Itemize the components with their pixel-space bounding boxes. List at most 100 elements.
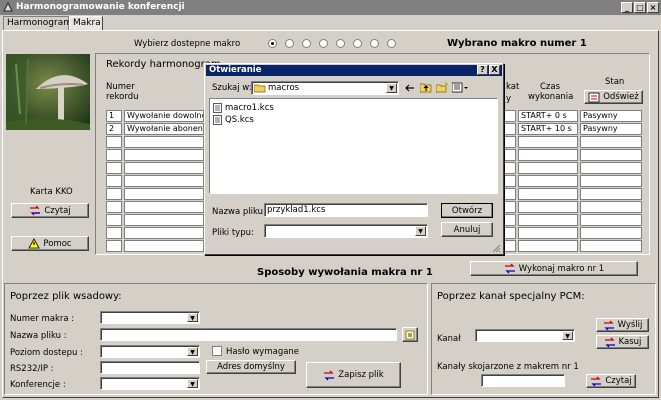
- table-cell: [106, 201, 122, 213]
- tab-harmonogram[interactable]: Harmonogram: [3, 16, 73, 30]
- col-number-header: Numer rekordu: [106, 82, 139, 102]
- macro-radio-8[interactable]: [387, 39, 396, 48]
- conference-dropdown[interactable]: ▼: [100, 377, 200, 390]
- table-cell: 2: [106, 123, 122, 135]
- transfer-icon: [30, 205, 41, 216]
- default-address-button[interactable]: Adres domyślny: [206, 360, 296, 374]
- macro-radio-4[interactable]: [319, 39, 328, 48]
- table-cell: [580, 240, 642, 252]
- table-cell: [518, 149, 578, 161]
- table-cell: [504, 214, 516, 226]
- macro-radio-5[interactable]: [336, 39, 345, 48]
- macro-radio-6[interactable]: [353, 39, 362, 48]
- dialog-help-button[interactable]: ?: [477, 65, 488, 75]
- filename-input[interactable]: przyklad1.kcs: [264, 203, 428, 217]
- file-name-input[interactable]: [100, 328, 397, 341]
- open-button[interactable]: Otwórz: [441, 203, 493, 218]
- table-cell: Wywołanie abonenta: [124, 123, 204, 135]
- macro-radio-3[interactable]: [302, 39, 311, 48]
- table-cell: [124, 240, 204, 252]
- filetype-label: Pliki typu:: [212, 228, 254, 238]
- resize-grip-icon[interactable]: [491, 243, 501, 253]
- delete-button[interactable]: Kasuj: [596, 335, 649, 349]
- refresh-button[interactable]: Odśwież: [584, 90, 643, 104]
- dialog-close-button[interactable]: X: [489, 65, 500, 75]
- linked-channels-input[interactable]: [481, 374, 565, 387]
- send-button[interactable]: Wyślij: [596, 318, 649, 332]
- chevron-down-icon: ▼: [187, 347, 198, 356]
- table-cell: START+ 10 s: [518, 123, 578, 135]
- card-read-button[interactable]: Czytaj: [11, 203, 89, 218]
- rs232-label: RS232/IP :: [10, 364, 54, 374]
- macro-number-dropdown[interactable]: ▼: [100, 311, 200, 324]
- col-kat-header: kat: [506, 82, 520, 92]
- macro-radio-2[interactable]: [285, 39, 294, 48]
- table-cell: [580, 227, 642, 239]
- chevron-down-icon: ▼: [386, 83, 397, 93]
- save-file-button[interactable]: Zapisz plik: [306, 362, 401, 388]
- mushroom-image: [6, 54, 90, 130]
- table-cell: [106, 188, 122, 200]
- table-cell: [106, 149, 122, 161]
- list-item[interactable]: QS.kcs: [213, 114, 254, 125]
- channel-dropdown[interactable]: ▼: [475, 329, 575, 342]
- table-cell: [124, 227, 204, 239]
- chevron-down-icon: ▼: [187, 313, 198, 322]
- chevron-down-icon: ▼: [562, 331, 573, 340]
- file-list[interactable]: macro1.kcs QS.kcs: [209, 98, 498, 194]
- password-checkbox[interactable]: [212, 346, 222, 356]
- filetype-dropdown[interactable]: ▼: [264, 224, 428, 238]
- refresh-label: Odśwież: [603, 92, 639, 102]
- transfer-icon: [591, 376, 602, 386]
- pcm-title: Poprzez kanał specjalny PCM:: [437, 291, 585, 302]
- send-label: Wyślij: [617, 320, 643, 330]
- rs232-input[interactable]: [100, 361, 200, 374]
- tab-label: Harmonogram: [7, 18, 73, 28]
- cancel-button[interactable]: Anuluj: [441, 222, 493, 237]
- refresh-icon: [588, 92, 600, 102]
- table-cell: [124, 214, 204, 226]
- view-menu-icon[interactable]: [452, 82, 468, 93]
- table-cell: START+ 0 s: [518, 110, 578, 122]
- pcm-read-button[interactable]: Czytaj: [586, 374, 636, 388]
- minimize-button[interactable]: _: [621, 2, 633, 13]
- help-button[interactable]: Pomoc: [11, 236, 89, 251]
- transfer-icon: [504, 263, 515, 274]
- maximize-button[interactable]: □: [634, 2, 646, 13]
- table-cell: [504, 201, 516, 213]
- table-cell: [518, 240, 578, 252]
- file-icon: [213, 114, 222, 125]
- file-name-label: Nazwa pliku :: [10, 331, 67, 341]
- back-icon[interactable]: [404, 83, 415, 93]
- table-cell: [124, 149, 204, 161]
- table-cell: [518, 227, 578, 239]
- table-cell: [518, 136, 578, 148]
- card-kko-label: Karta KKO: [30, 187, 73, 197]
- new-folder-icon[interactable]: [436, 82, 448, 93]
- access-level-label: Poziom dostepu :: [10, 348, 83, 358]
- table-cell: [518, 188, 578, 200]
- access-level-dropdown[interactable]: ▼: [100, 345, 200, 358]
- macro-number-label: Numer makra :: [10, 314, 75, 324]
- browse-button[interactable]: [402, 327, 418, 342]
- file-icon: [213, 102, 222, 113]
- macro-radio-7[interactable]: [370, 39, 379, 48]
- channel-label: Kanał: [437, 334, 461, 344]
- lookin-value: macros: [268, 83, 300, 93]
- chevron-down-icon: ▼: [187, 379, 198, 388]
- dialog-title-bar: Otwieranie: [206, 65, 502, 76]
- app-icon: [3, 2, 13, 12]
- up-folder-icon[interactable]: [420, 82, 432, 93]
- execute-macro-button[interactable]: Wykonaj makro nr 1: [470, 261, 638, 276]
- table-cell: [124, 175, 204, 187]
- selected-macro-text: Wybrano makro numer 1: [447, 38, 587, 49]
- list-item[interactable]: macro1.kcs: [213, 102, 274, 113]
- tab-makra[interactable]: Makra: [69, 16, 103, 30]
- conference-label: Konferencje :: [10, 380, 66, 390]
- lookin-dropdown[interactable]: macros ▼: [251, 81, 399, 95]
- table-cell: [106, 227, 122, 239]
- folder-icon: [254, 84, 266, 93]
- table-cell: [124, 201, 204, 213]
- close-button[interactable]: ×: [647, 2, 659, 13]
- macro-radio-1[interactable]: [268, 39, 277, 48]
